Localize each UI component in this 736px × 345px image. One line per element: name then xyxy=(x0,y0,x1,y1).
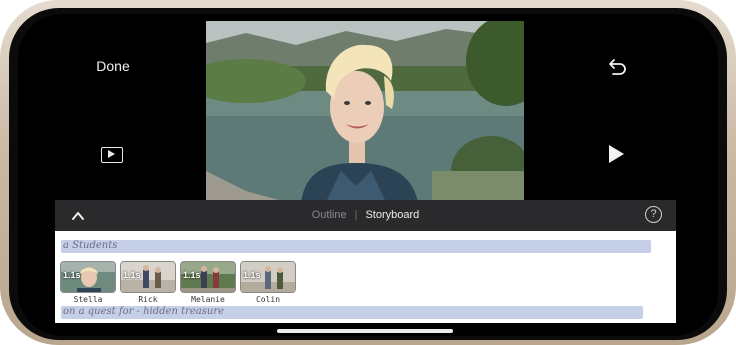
clip-item[interactable]: 1.1s Stella xyxy=(60,261,116,304)
tab-storyboard[interactable]: Storyboard xyxy=(365,209,419,221)
clip-thumbnail: 1.1s xyxy=(60,261,116,293)
storyboard-panel: a Students 1.1s Stella 1.1s Rick 1.1s Me… xyxy=(55,231,676,323)
clip-duration: 1.1s xyxy=(183,270,201,280)
tab-group: Outline | Storyboard xyxy=(55,200,676,231)
video-preview[interactable] xyxy=(206,21,524,202)
clip-name: Rick xyxy=(138,295,158,304)
clip-item[interactable]: 1.1s Rick xyxy=(120,261,176,304)
undo-icon[interactable] xyxy=(606,56,628,78)
clip-duration: 1.1s xyxy=(63,270,81,280)
clip-item[interactable]: 1.1s Melanie xyxy=(180,261,236,304)
screen: Done Outline | Storyboard ? a Students 1… xyxy=(18,14,718,336)
clip-thumbnail: 1.1s xyxy=(120,261,176,293)
help-button[interactable]: ? xyxy=(645,206,662,223)
play-icon[interactable] xyxy=(609,145,624,163)
caption-top[interactable]: a Students xyxy=(63,240,117,251)
tab-outline[interactable]: Outline xyxy=(312,209,347,221)
clip-duration: 1.1s xyxy=(123,270,141,280)
video-frame-image xyxy=(206,21,524,202)
clip-name: Stella xyxy=(73,295,103,304)
caption-bottom[interactable]: on a quest for - hidden treasure xyxy=(63,306,224,317)
tab-separator: | xyxy=(354,209,358,221)
done-button[interactable]: Done xyxy=(78,58,148,74)
clip-name: Melanie xyxy=(191,295,225,304)
clip-duration: 1.1s xyxy=(243,270,261,280)
clip-thumbnail: 1.1s xyxy=(180,261,236,293)
caption-highlight-top xyxy=(61,240,651,253)
tab-bar: Outline | Storyboard ? xyxy=(55,200,676,231)
clip-item[interactable]: 1.1s Colin xyxy=(240,261,296,304)
clip-name: Colin xyxy=(255,295,281,304)
clip-thumbnail: 1.1s xyxy=(240,261,296,293)
play-preview-icon[interactable] xyxy=(101,147,123,163)
home-indicator[interactable] xyxy=(277,329,453,333)
